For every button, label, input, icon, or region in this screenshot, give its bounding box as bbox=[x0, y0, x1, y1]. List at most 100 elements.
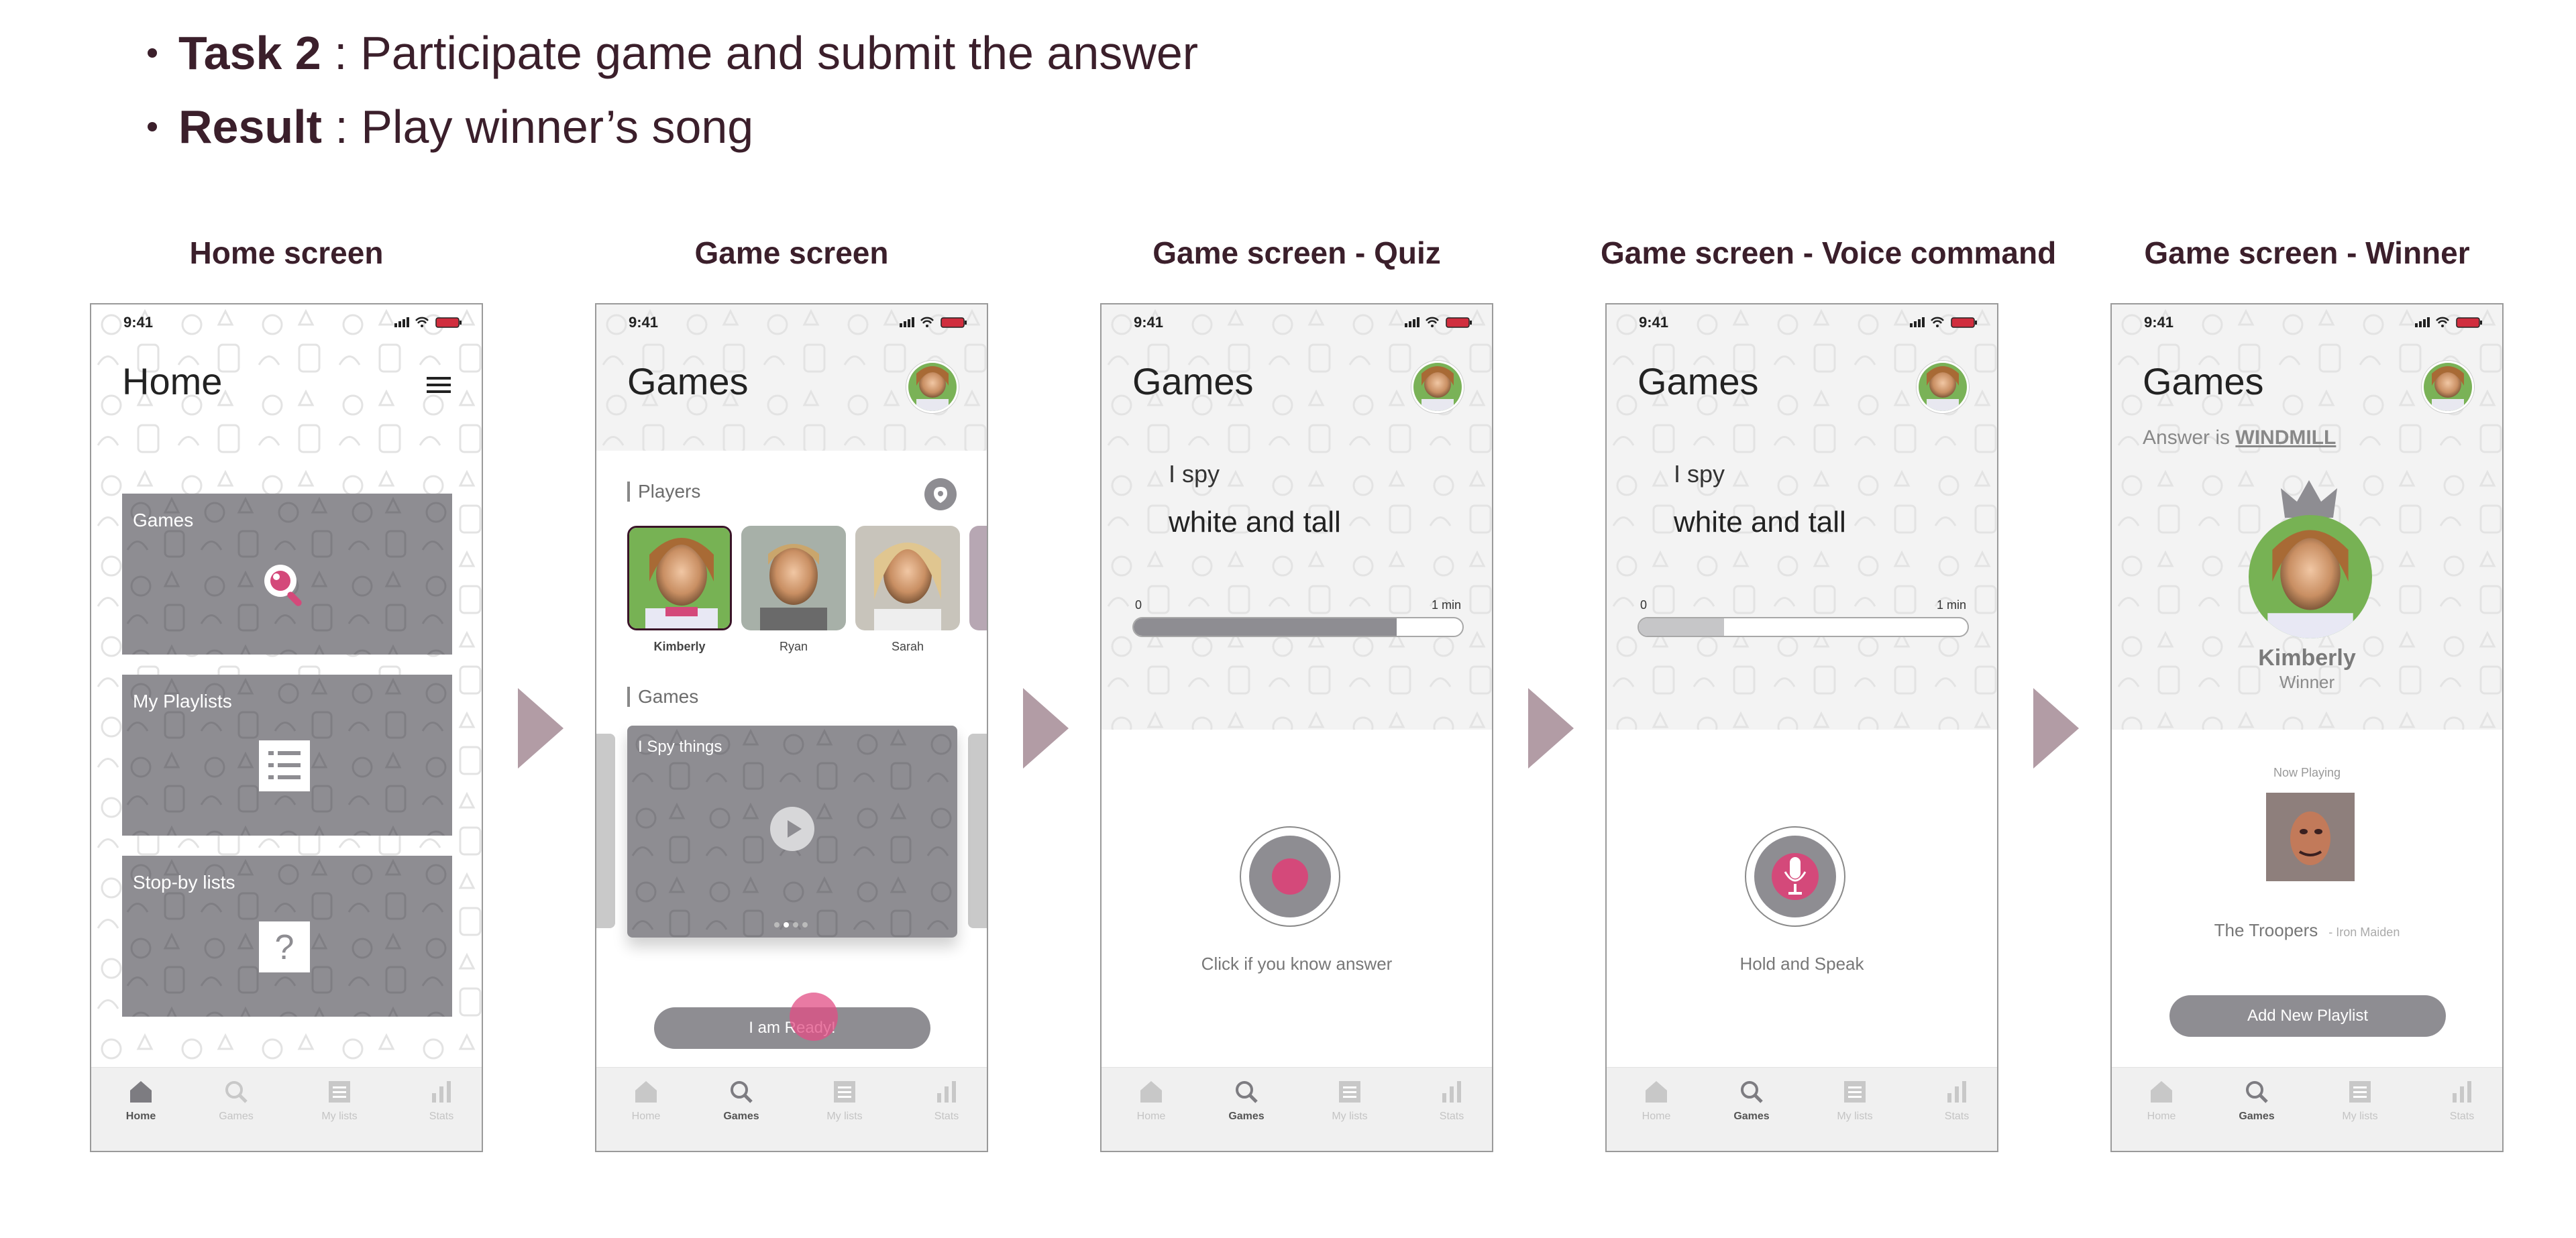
tab-label: Stats bbox=[429, 1111, 454, 1122]
list-icon bbox=[1339, 1081, 1360, 1103]
search-icon bbox=[731, 1081, 753, 1103]
games-card[interactable]: Games bbox=[122, 494, 452, 655]
flow-arrow bbox=[1528, 688, 1574, 769]
svg-text:?: ? bbox=[275, 928, 294, 967]
bar-chart-icon bbox=[937, 1081, 956, 1103]
tab-label: My lists bbox=[826, 1111, 863, 1122]
touch-indicator bbox=[790, 993, 838, 1041]
bar-chart-icon bbox=[2453, 1081, 2471, 1103]
phone-quiz: 9:41 Games I spy white and tall 0 1 min … bbox=[1100, 303, 1493, 1152]
microphone-button[interactable] bbox=[1745, 826, 1845, 927]
bullet-dot bbox=[148, 48, 157, 58]
player-sarah[interactable] bbox=[855, 526, 960, 630]
tab-stats[interactable]: Stats bbox=[1411, 1078, 1492, 1123]
add-new-playlist-button[interactable]: Add New Playlist bbox=[2169, 995, 2446, 1037]
game-card-i-spy[interactable]: I Spy things bbox=[627, 726, 957, 938]
tab-my-lists[interactable]: My lists bbox=[1815, 1078, 1895, 1123]
timer-end-label: 1 min bbox=[1936, 598, 1966, 612]
answer-line: Answer is WINDMILL bbox=[2143, 427, 2336, 449]
hamburger-menu-icon[interactable] bbox=[427, 376, 451, 394]
tab-stats[interactable]: Stats bbox=[906, 1078, 987, 1123]
bullet-task: Task 2 : Participate game and submit the… bbox=[148, 16, 1198, 90]
player-name: Ryan bbox=[779, 640, 808, 653]
player-name: Kimberly bbox=[653, 640, 706, 653]
bar-chart-icon bbox=[1442, 1081, 1461, 1103]
tab-home[interactable]: Home bbox=[606, 1078, 686, 1123]
tab-bar: Home Games My lists Stats bbox=[1102, 1067, 1492, 1151]
status-bar: 9:41 bbox=[596, 304, 987, 338]
players-section-label: Players bbox=[627, 482, 700, 502]
timer-progress-fill bbox=[1134, 618, 1397, 636]
bar-chart-icon bbox=[432, 1081, 451, 1103]
tab-label: Home bbox=[2147, 1111, 2176, 1122]
status-icons bbox=[2415, 317, 2482, 328]
tab-label: Stats bbox=[1944, 1111, 1970, 1122]
carousel-prev-card[interactable] bbox=[596, 734, 615, 928]
home-icon bbox=[1140, 1081, 1162, 1103]
tab-games[interactable]: Games bbox=[701, 1078, 782, 1123]
player-ryan[interactable] bbox=[741, 526, 846, 630]
tab-label: Home bbox=[1642, 1111, 1671, 1122]
bullet-result-text: : Play winner’s song bbox=[321, 101, 754, 153]
add-player-icon[interactable] bbox=[924, 477, 957, 511]
timer-progress-fill bbox=[1639, 618, 1725, 636]
tab-my-lists[interactable]: My lists bbox=[299, 1078, 380, 1123]
tab-home[interactable]: Home bbox=[1616, 1078, 1697, 1123]
tab-stats[interactable]: Stats bbox=[401, 1078, 482, 1123]
tab-label: My lists bbox=[321, 1111, 358, 1122]
quiz-clue: white and tall bbox=[1674, 506, 1846, 539]
stop-by-lists-card[interactable]: Stop-by lists ? bbox=[122, 856, 452, 1017]
bar-chart-icon bbox=[1947, 1081, 1966, 1103]
player-kimberly[interactable] bbox=[627, 526, 732, 630]
phone-home: 9:41 Home Games My Playlists Stop-by lis… bbox=[90, 303, 483, 1152]
status-time: 9:41 bbox=[2144, 314, 2174, 331]
tab-label: Games bbox=[1733, 1111, 1770, 1122]
tab-my-lists[interactable]: My lists bbox=[2320, 1078, 2400, 1123]
tab-my-lists[interactable]: My lists bbox=[1309, 1078, 1390, 1123]
answer-dot bbox=[1272, 858, 1308, 895]
user-avatar[interactable] bbox=[2422, 361, 2474, 413]
game-card-label: I Spy things bbox=[638, 738, 722, 756]
screen-title-game: Game screen bbox=[694, 235, 889, 270]
tab-stats[interactable]: Stats bbox=[1917, 1078, 1997, 1123]
page-title: Home bbox=[122, 360, 223, 402]
my-playlists-card[interactable]: My Playlists bbox=[122, 675, 452, 836]
tab-label: Games bbox=[723, 1111, 759, 1122]
list-icon bbox=[259, 740, 310, 791]
quiz-prompt: I spy bbox=[1674, 460, 1725, 488]
page-title: Games bbox=[627, 360, 749, 402]
bullet-result: Result : Play winner’s song bbox=[148, 90, 1198, 164]
user-avatar[interactable] bbox=[906, 361, 959, 413]
tab-home[interactable]: Home bbox=[2121, 1078, 2202, 1123]
tab-label: Home bbox=[125, 1111, 156, 1122]
tab-games[interactable]: Games bbox=[196, 1078, 276, 1123]
carousel-next-card[interactable] bbox=[968, 734, 987, 928]
song-artist: - Iron Maiden bbox=[2328, 925, 2400, 939]
status-time: 9:41 bbox=[1134, 314, 1164, 331]
answer-prefix: Answer is bbox=[2143, 427, 2236, 449]
player-more[interactable] bbox=[969, 526, 987, 630]
tab-label: Stats bbox=[1439, 1111, 1464, 1122]
tab-stats[interactable]: Stats bbox=[2422, 1078, 2502, 1123]
screen-title-quiz: Game screen - Quiz bbox=[1152, 235, 1441, 270]
timer-progress-bar bbox=[1132, 617, 1464, 637]
stopby-card-label: Stop-by lists bbox=[133, 872, 235, 893]
tab-bar: Home Games My lists Stats bbox=[596, 1067, 987, 1151]
tab-my-lists[interactable]: My lists bbox=[804, 1078, 885, 1123]
tab-games[interactable]: Games bbox=[1206, 1078, 1287, 1123]
tab-home[interactable]: Home bbox=[1111, 1078, 1191, 1123]
tab-games[interactable]: Games bbox=[2216, 1078, 2297, 1123]
status-bar: 9:41 bbox=[91, 304, 482, 338]
now-playing-label: Now Playing bbox=[2273, 766, 2341, 779]
tab-label: Home bbox=[631, 1111, 661, 1122]
tab-games[interactable]: Games bbox=[1711, 1078, 1792, 1123]
tab-label: Games bbox=[2239, 1111, 2275, 1122]
user-avatar[interactable] bbox=[1411, 361, 1464, 413]
user-avatar[interactable] bbox=[1917, 361, 1969, 413]
play-icon[interactable] bbox=[769, 806, 815, 852]
search-icon bbox=[225, 1081, 248, 1103]
answer-button[interactable] bbox=[1240, 826, 1340, 927]
list-icon bbox=[1844, 1081, 1866, 1103]
tab-home[interactable]: Home bbox=[101, 1078, 181, 1123]
winner-avatar bbox=[2249, 515, 2372, 638]
